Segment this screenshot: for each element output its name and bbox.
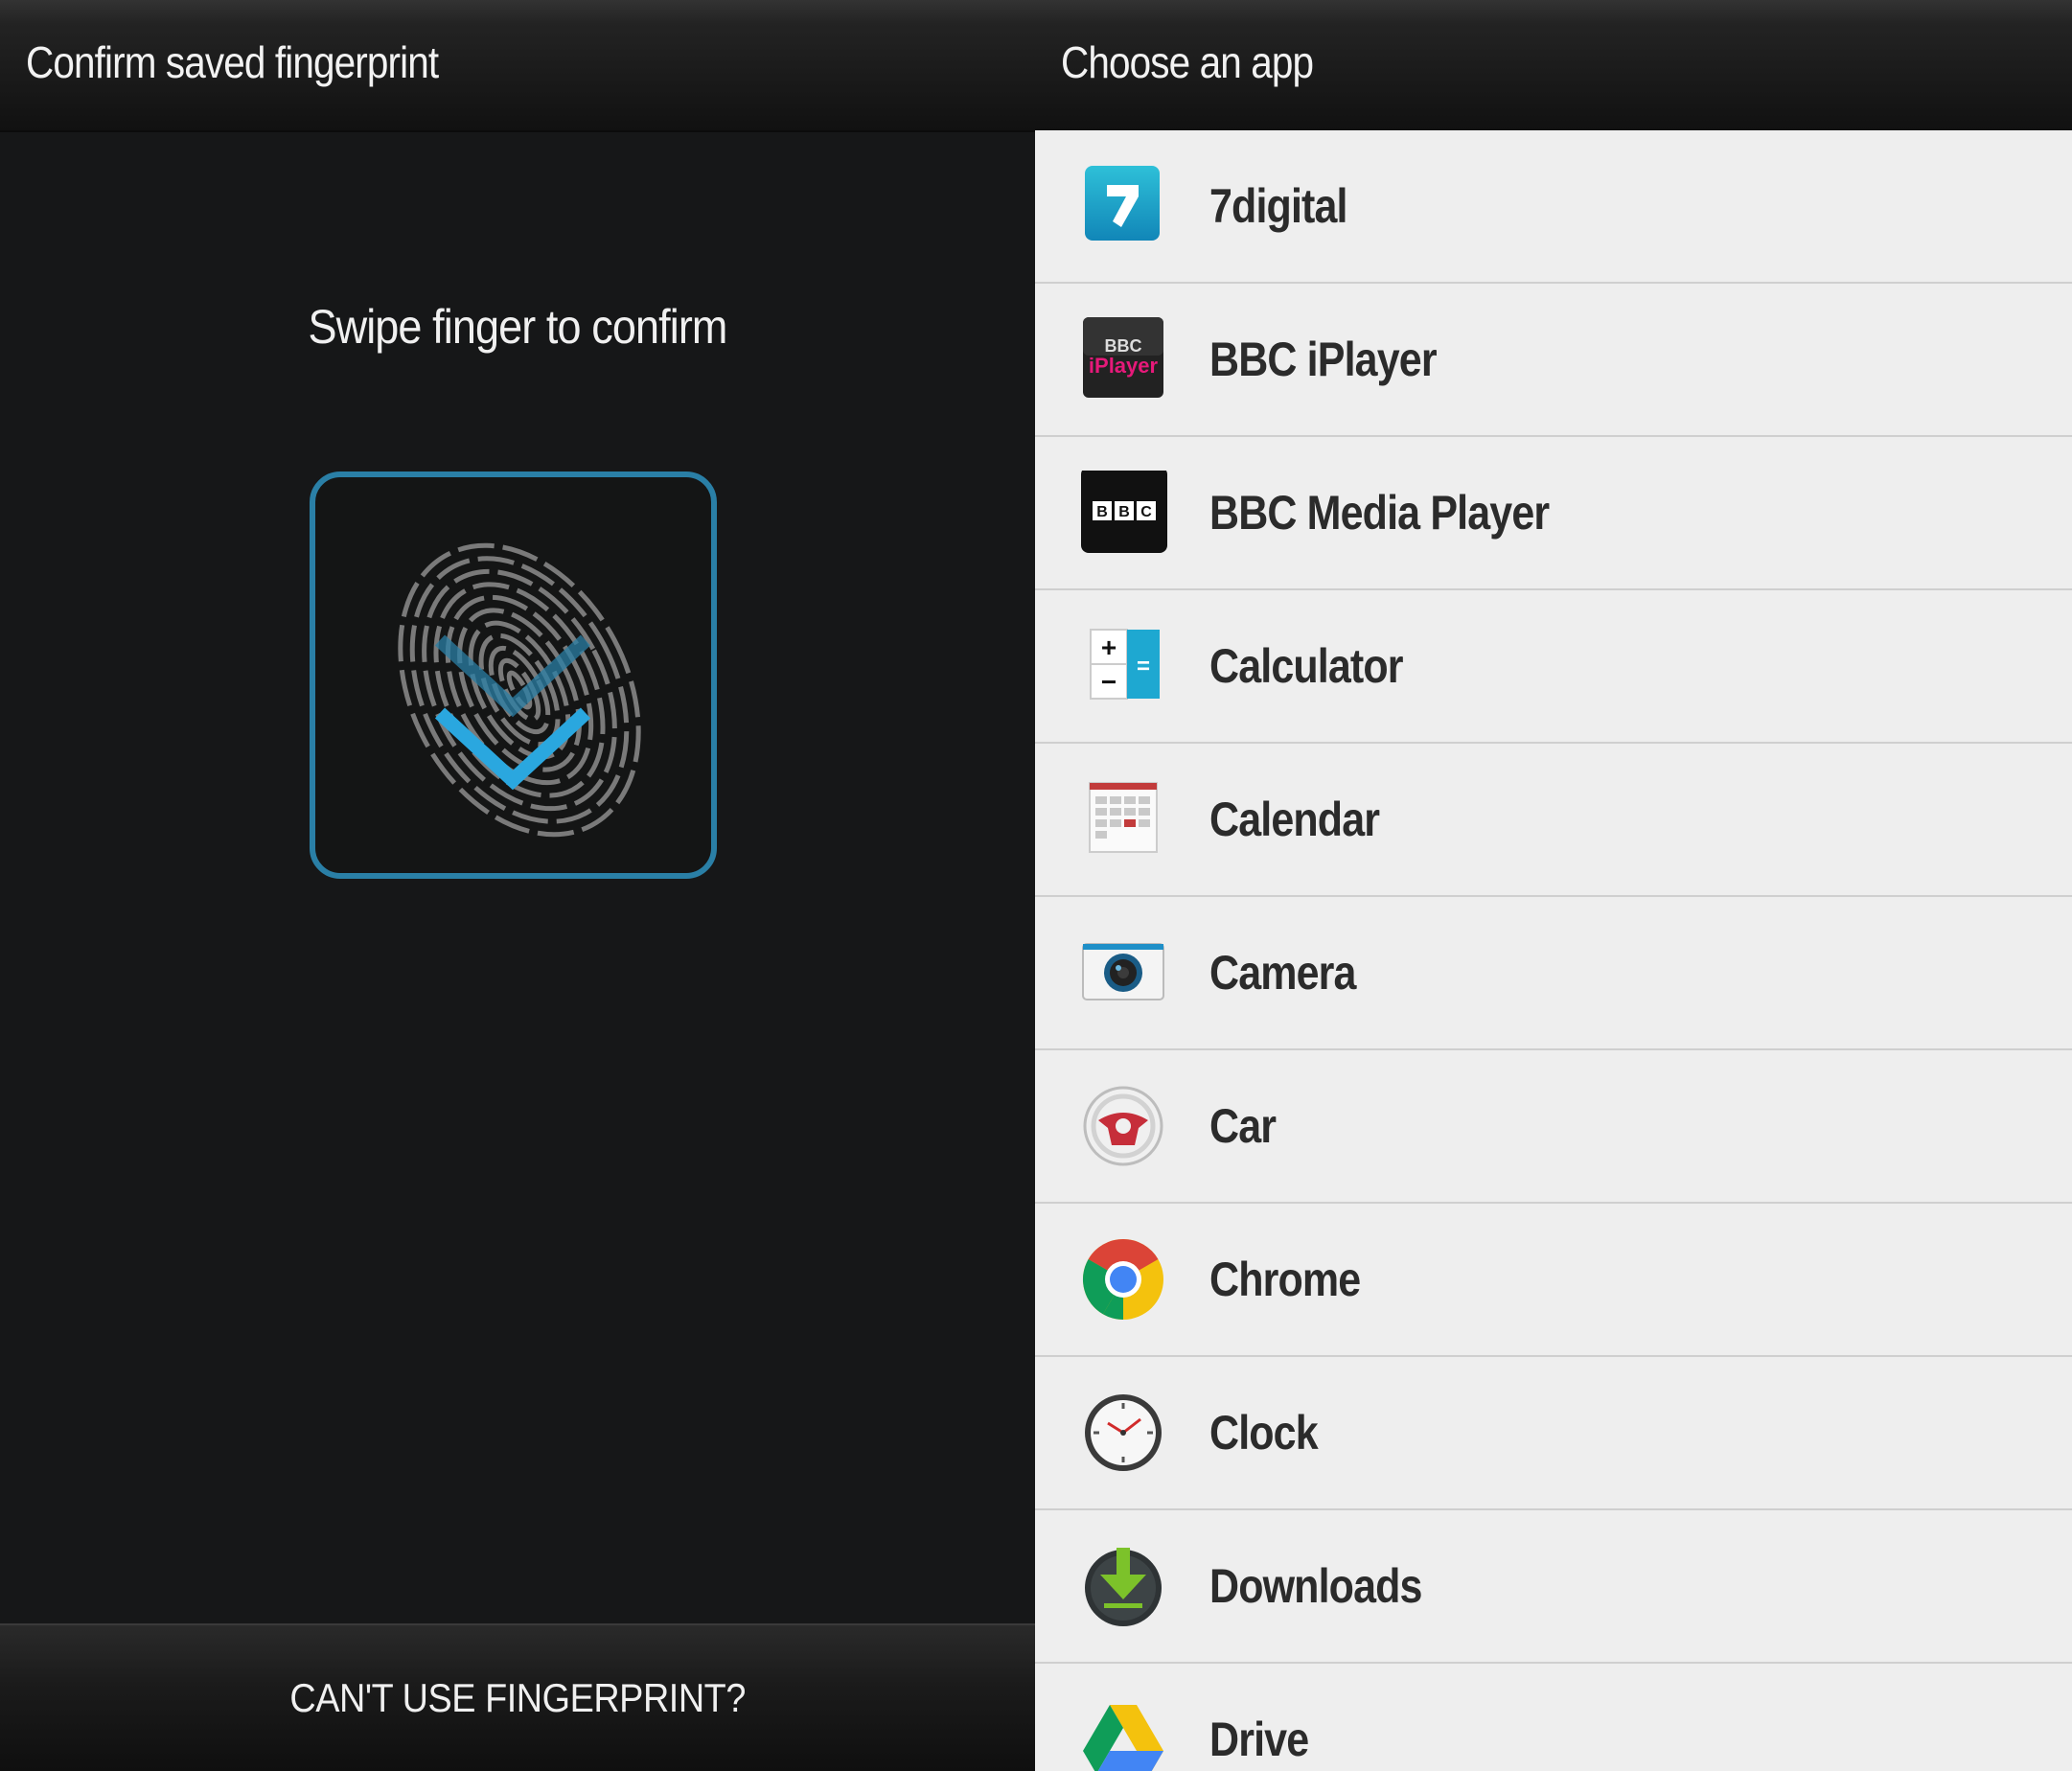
downloads-icon: [1081, 1544, 1165, 1628]
cant-use-fingerprint-button[interactable]: CAN'T USE FINGERPRINT?: [0, 1625, 1035, 1771]
app-label: Chrome: [1209, 1253, 1361, 1306]
app-item-bbc-media-player[interactable]: B B C BBC Media Player: [1035, 437, 2072, 590]
title-bar: Choose an app: [1035, 0, 2072, 132]
calculator-icon: + − =: [1081, 624, 1165, 708]
app-label: BBC iPlayer: [1209, 333, 1438, 386]
chrome-icon: [1081, 1237, 1165, 1322]
app-label: Drive: [1209, 1713, 1309, 1766]
app-label: Calendar: [1209, 793, 1380, 846]
app-list: 7digital BBC iPlayer BBC iPlayer B B C B…: [1035, 130, 2072, 1771]
bbc-media-player-icon: B B C: [1081, 467, 1167, 555]
app-chooser-screen: Choose an app 7digital BBC iPlayer BBC i…: [1035, 0, 2072, 1771]
clock-icon: [1081, 1391, 1165, 1475]
app-item-car[interactable]: Car: [1035, 1050, 2072, 1204]
app-label: 7digital: [1209, 179, 1348, 233]
drive-icon: [1081, 1697, 1165, 1771]
car-steering-wheel-icon: [1081, 1084, 1165, 1168]
app-label: Car: [1209, 1099, 1277, 1153]
7digital-icon: [1081, 164, 1165, 248]
app-item-chrome[interactable]: Chrome: [1035, 1204, 2072, 1357]
title-bar: Confirm saved fingerprint: [0, 0, 1035, 132]
app-item-camera[interactable]: Camera: [1035, 897, 2072, 1050]
bbc-iplayer-icon-text: BBC: [1105, 336, 1142, 356]
app-item-calculator[interactable]: + − = Calculator: [1035, 590, 2072, 744]
svg-text:C: C: [1140, 504, 1152, 520]
calculator-plus-glyph: +: [1101, 632, 1117, 662]
svg-text:B: B: [1118, 504, 1130, 520]
app-item-downloads[interactable]: Downloads: [1035, 1510, 2072, 1664]
fingerprint-check-icon: [398, 542, 641, 838]
fingerprint-confirm-screen: Confirm saved fingerprint Swipe finger t…: [0, 0, 1035, 1771]
app-item-clock[interactable]: Clock: [1035, 1357, 2072, 1510]
page-title: Choose an app: [1061, 37, 1314, 87]
app-item-calendar[interactable]: Calendar: [1035, 744, 2072, 897]
page-title: Confirm saved fingerprint: [26, 37, 439, 87]
calculator-equals-glyph: =: [1137, 654, 1150, 679]
swipe-prompt: Swipe finger to confirm: [308, 300, 727, 354]
bbc-iplayer-icon: BBC iPlayer: [1081, 317, 1165, 402]
fingerprint-scanner-area: [310, 472, 717, 879]
app-item-7digital[interactable]: 7digital: [1035, 130, 2072, 284]
cant-use-fingerprint-label: CAN'T USE FINGERPRINT?: [289, 1675, 746, 1720]
app-item-drive[interactable]: Drive: [1035, 1664, 2072, 1771]
svg-text:B: B: [1096, 504, 1108, 520]
app-label: Camera: [1209, 946, 1356, 1000]
camera-icon: [1081, 931, 1165, 1015]
app-label: Downloads: [1209, 1559, 1422, 1613]
app-label: Calculator: [1209, 639, 1404, 693]
bbc-iplayer-icon-subtext: iPlayer: [1089, 354, 1159, 378]
calculator-minus-glyph: −: [1101, 667, 1117, 697]
app-label: BBC Media Player: [1209, 486, 1550, 540]
calendar-icon: [1081, 777, 1165, 862]
app-item-bbc-iplayer[interactable]: BBC iPlayer BBC iPlayer: [1035, 284, 2072, 437]
bottom-bar: CAN'T USE FINGERPRINT?: [0, 1623, 1035, 1771]
app-label: Clock: [1209, 1406, 1319, 1460]
